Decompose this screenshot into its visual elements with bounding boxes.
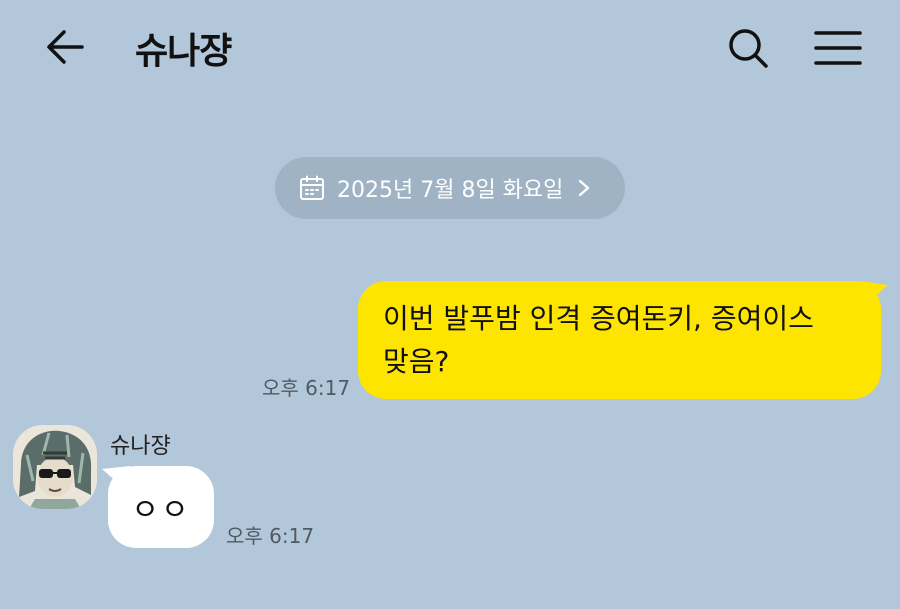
message-timestamp: 오후 6:17 bbox=[226, 524, 315, 548]
message-text-line: 이번 발푸밤 인격 증여돈키, 증여이스 bbox=[383, 302, 814, 335]
calendar-icon bbox=[300, 175, 324, 200]
back-button[interactable] bbox=[40, 22, 92, 74]
avatar[interactable] bbox=[13, 425, 97, 509]
chat-title: 슈나쟝 bbox=[135, 31, 232, 72]
search-icon bbox=[729, 29, 768, 68]
message-bubble-received[interactable]: ㅇㅇ bbox=[108, 466, 214, 548]
search-button[interactable] bbox=[722, 22, 774, 74]
date-divider[interactable]: 2025년 7월 8일 화요일 bbox=[275, 157, 625, 219]
hamburger-menu-icon bbox=[814, 31, 862, 65]
avatar-image bbox=[13, 425, 97, 509]
menu-button[interactable] bbox=[810, 22, 866, 74]
message-timestamp: 오후 6:17 bbox=[262, 376, 351, 400]
message-bubble-sent[interactable]: 이번 발푸밤 인격 증여돈키, 증여이스 맞음? bbox=[358, 281, 881, 399]
chevron-right-icon bbox=[579, 179, 590, 197]
message-text-line: 맞음? bbox=[383, 345, 450, 378]
chat-header: 슈나쟝 bbox=[0, 0, 900, 95]
sender-name: 슈나쟝 bbox=[110, 434, 171, 459]
date-label: 2025년 7월 8일 화요일 bbox=[337, 178, 564, 203]
message-text: ㅇㅇ bbox=[131, 493, 191, 528]
arrow-left-icon bbox=[47, 30, 84, 64]
